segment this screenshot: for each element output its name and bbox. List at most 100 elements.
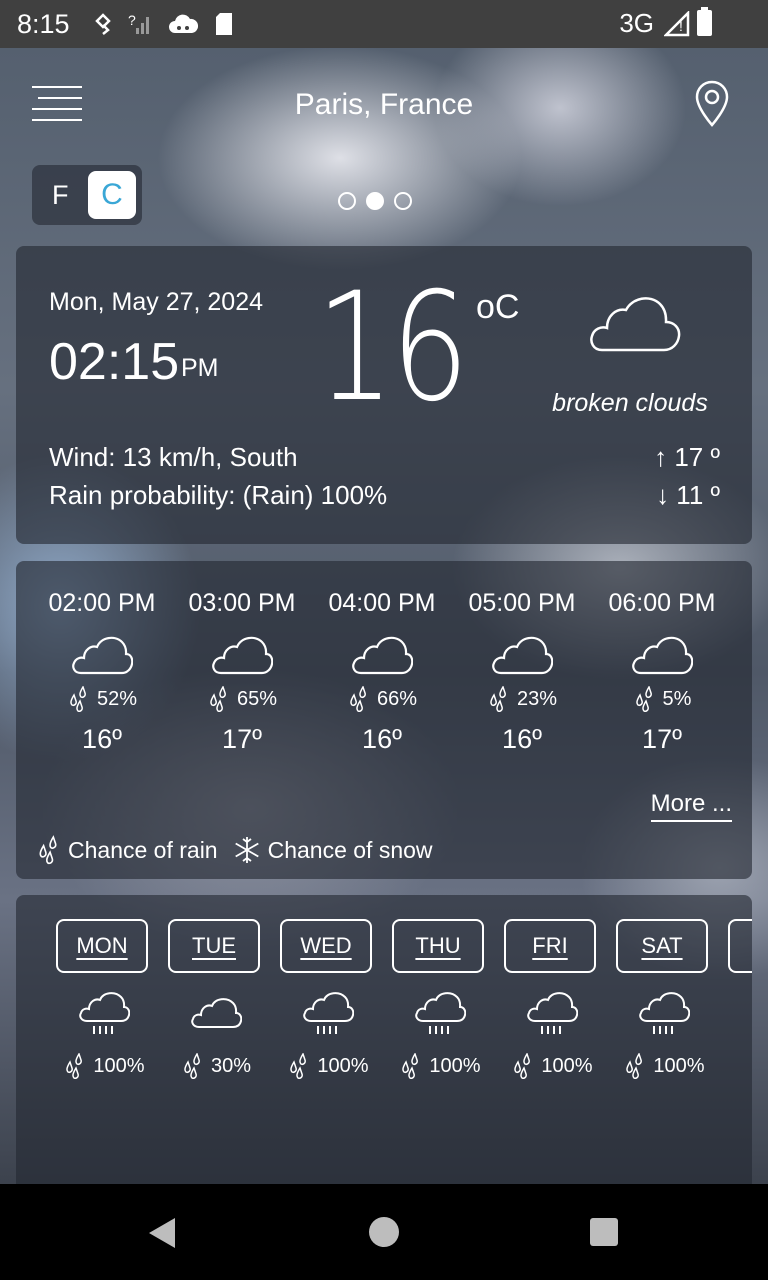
- hour-temperature: 16º: [362, 724, 402, 754]
- raindrops-icon: [514, 1053, 531, 1079]
- unit-toggle: F C: [32, 165, 142, 225]
- temperature-unit: oC: [476, 288, 520, 326]
- page-dot-active[interactable]: [366, 192, 384, 210]
- day-rain-chance: 100%: [429, 1054, 481, 1077]
- fahrenheit-option[interactable]: F: [52, 180, 69, 211]
- hour-time: 02:00 PM: [48, 589, 156, 617]
- location-pin-icon[interactable]: [694, 80, 730, 128]
- hourly-item[interactable]: 04:00 PM 66% 16º: [312, 589, 452, 755]
- rain-cloud-icon: [303, 992, 355, 1034]
- hour-time: 05:00 PM: [468, 589, 576, 617]
- daily-forecast-card: MON 100% TUE 30% WED 100% THU 100% FRI 1…: [16, 895, 752, 1195]
- day-button[interactable]: SAT: [616, 919, 708, 973]
- cloud-icon: [352, 636, 414, 675]
- raindrops-icon: [290, 1053, 307, 1079]
- daily-item[interactable]: TUE 30%: [168, 919, 264, 1079]
- hour-rain-chance: 23%: [516, 687, 558, 710]
- legend-snow-label: Chance of snow: [267, 836, 433, 863]
- hour-rain-chance: 66%: [376, 687, 418, 710]
- home-icon[interactable]: [369, 1217, 399, 1247]
- rain-cloud-icon: [527, 992, 579, 1034]
- cloud-icon: [212, 636, 274, 675]
- rain-cloud-icon: [415, 992, 467, 1034]
- current-weather-card: Mon, May 27, 2024 02:15 PM 16 oC broken …: [16, 246, 752, 544]
- hourly-item[interactable]: 03:00 PM 65% 17º: [172, 589, 312, 755]
- rain-probability-text: Rain probability: (Rain) 100%: [49, 480, 388, 510]
- sd-card-icon: [215, 13, 232, 35]
- hour-rain-chance: 65%: [236, 687, 278, 710]
- wind-text: Wind: 13 km/h, South: [49, 442, 298, 472]
- raindrops-icon: [39, 835, 57, 865]
- hour-temperature: 16º: [502, 724, 542, 754]
- raindrops-icon: [626, 1053, 643, 1079]
- day-button[interactable]: MON: [56, 919, 148, 973]
- daily-item[interactable]: MON 100%: [56, 919, 152, 1079]
- raindrops-icon: [210, 686, 226, 712]
- raindrops-icon: [70, 686, 86, 712]
- raindrops-icon: [635, 686, 652, 712]
- day-button-partial[interactable]: [728, 919, 752, 973]
- city-title[interactable]: Paris, France: [0, 88, 768, 122]
- day-rain-chance: 100%: [93, 1054, 145, 1077]
- day-rain-chance: 100%: [653, 1054, 705, 1077]
- raindrops-icon: [350, 686, 366, 712]
- cloud-icon: [72, 636, 134, 675]
- low-temperature: ↓ 11 º: [656, 480, 720, 510]
- day-rain-chance: 100%: [541, 1054, 593, 1077]
- network-type: 3G: [619, 8, 654, 38]
- rain-cloud-icon: [79, 992, 131, 1034]
- daily-item[interactable]: SAT 100%: [616, 919, 712, 1079]
- daily-item[interactable]: THU 100%: [392, 919, 488, 1079]
- hourly-forecast-card: 02:00 PM 52% 16º 03:00 PM 65% 17º 04:00 …: [16, 561, 752, 879]
- recent-apps-icon[interactable]: [590, 1218, 618, 1246]
- svg-text:!: !: [679, 18, 683, 34]
- page-indicator: [338, 192, 412, 210]
- cloud-icon: [191, 998, 243, 1028]
- navigation-bar: [0, 1184, 768, 1280]
- signal-icon: !: [664, 10, 690, 36]
- cloud-icon: [632, 636, 694, 675]
- day-button[interactable]: FRI: [504, 919, 596, 973]
- hourly-item[interactable]: 02:00 PM 52% 16º: [32, 589, 172, 755]
- raindrops-icon: [184, 1053, 200, 1079]
- hour-temperature: 17º: [222, 724, 262, 754]
- cloud-icon: [492, 636, 554, 675]
- current-time: 02:15: [49, 333, 180, 391]
- snowflake-icon: [234, 837, 259, 863]
- hourly-item[interactable]: 06:00 PM 5% 17º: [592, 589, 732, 755]
- status-bar: 8:15 ? 3G !: [0, 0, 768, 48]
- high-temperature: ↑ 17 º: [654, 442, 720, 472]
- cloud-status-icon: [168, 14, 198, 33]
- more-link[interactable]: More ...: [650, 790, 732, 822]
- day-button[interactable]: THU: [392, 919, 484, 973]
- rain-cloud-icon: [639, 992, 691, 1034]
- data-saver-icon: [94, 13, 111, 35]
- battery-icon: [697, 7, 712, 36]
- raindrops-icon: [66, 1053, 83, 1079]
- daily-item[interactable]: FRI 100%: [504, 919, 600, 1079]
- day-button[interactable]: WED: [280, 919, 372, 973]
- condition-text: broken clouds: [552, 389, 708, 417]
- back-icon[interactable]: [147, 1217, 177, 1249]
- hourly-legend: Chance of rain Chance of snow: [36, 835, 433, 865]
- raindrops-icon: [402, 1053, 419, 1079]
- hour-time: 04:00 PM: [328, 589, 436, 617]
- day-rain-chance: 100%: [317, 1054, 369, 1077]
- svg-text:?: ?: [128, 12, 136, 28]
- raindrops-icon: [490, 686, 506, 712]
- current-ampm: PM: [181, 354, 219, 382]
- page-dot[interactable]: [338, 192, 356, 210]
- page-dot[interactable]: [394, 192, 412, 210]
- header: Paris, France: [0, 48, 768, 168]
- hour-time: 06:00 PM: [608, 589, 716, 617]
- daily-item[interactable]: WED 100%: [280, 919, 376, 1079]
- legend-rain-label: Chance of rain: [68, 836, 218, 863]
- hourly-item[interactable]: 05:00 PM 23% 16º: [452, 589, 592, 755]
- hour-time: 03:00 PM: [188, 589, 296, 617]
- hour-rain-chance: 5%: [662, 687, 692, 710]
- day-button[interactable]: TUE: [168, 919, 260, 973]
- hour-temperature: 17º: [642, 724, 682, 754]
- celsius-option[interactable]: C: [88, 171, 136, 219]
- hour-temperature: 16º: [82, 724, 122, 754]
- current-temperature: 16: [316, 261, 469, 435]
